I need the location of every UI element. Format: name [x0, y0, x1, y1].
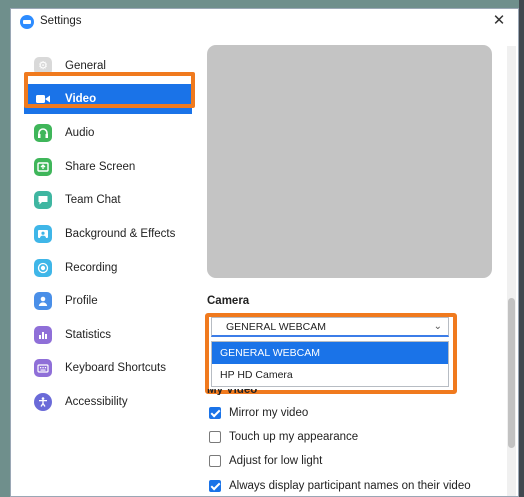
settings-window: Settings ✕ ⚙ General Video Audio Share S…	[10, 8, 519, 497]
checkbox-checked[interactable]	[209, 407, 221, 419]
desktop-edge	[519, 0, 524, 497]
checkbox-touch-up[interactable]: Touch up my appearance	[209, 431, 358, 443]
sidebar-item-label: Accessibility	[65, 396, 128, 408]
checkbox-unchecked[interactable]	[209, 431, 221, 443]
sidebar-item-recording[interactable]: Recording	[24, 253, 192, 283]
close-button[interactable]: ✕	[490, 12, 508, 30]
checkbox-label: Mirror my video	[229, 407, 309, 419]
sidebar-item-profile[interactable]: Profile	[24, 286, 192, 316]
sidebar-item-label: Recording	[65, 262, 118, 274]
sidebar-item-label: Audio	[65, 127, 95, 139]
checkbox-label: Adjust for low light	[229, 455, 323, 467]
window-title: Settings	[40, 15, 82, 27]
sidebar-item-share-screen[interactable]: Share Screen	[24, 152, 192, 182]
sidebar-item-label: Statistics	[65, 329, 112, 341]
background-icon	[34, 225, 52, 243]
scrollbar[interactable]	[507, 46, 516, 496]
sidebar-item-statistics[interactable]: Statistics	[24, 320, 192, 350]
scrollbar-thumb[interactable]	[508, 298, 515, 448]
checkbox-label: Always display participant names on thei…	[229, 480, 471, 492]
zoom-app-icon	[20, 15, 34, 29]
sidebar-item-keyboard-shortcuts[interactable]: Keyboard Shortcuts	[24, 353, 192, 383]
headphones-icon	[34, 124, 52, 142]
checkbox-checked[interactable]	[209, 480, 221, 492]
chat-icon	[34, 191, 52, 209]
sidebar-item-audio[interactable]: Audio	[24, 118, 192, 148]
sidebar-item-background-effects[interactable]: Background & Effects	[24, 219, 192, 249]
video-settings-panel: Camera GENERAL WEBCAM ⌄ GENERAL WEBCAM H…	[196, 38, 518, 496]
profile-icon	[34, 292, 52, 310]
video-highlight-box	[24, 72, 195, 108]
camera-highlight-box	[205, 313, 457, 394]
checkbox-unchecked[interactable]	[209, 455, 221, 467]
accessibility-icon	[34, 393, 52, 411]
checkbox-label: Touch up my appearance	[229, 431, 359, 443]
sidebar-item-label: General	[65, 60, 106, 72]
checkbox-low-light[interactable]: Adjust for low light	[209, 455, 322, 467]
sidebar-item-label: Share Screen	[65, 161, 136, 173]
sidebar: ⚙ General Video Audio Share Screen Team …	[11, 38, 196, 496]
camera-label: Camera	[207, 295, 250, 307]
recording-icon	[34, 259, 52, 277]
sidebar-item-accessibility[interactable]: Accessibility	[24, 387, 192, 417]
sidebar-item-label: Keyboard Shortcuts	[65, 362, 167, 374]
share-screen-icon	[34, 158, 52, 176]
my-video-label: My Video	[207, 389, 258, 395]
sidebar-item-label: Background & Effects	[65, 228, 176, 240]
checkbox-display-names[interactable]: Always display participant names on thei…	[209, 480, 471, 492]
statistics-icon	[34, 326, 52, 344]
sidebar-item-label: Profile	[65, 295, 98, 307]
checkbox-mirror-video[interactable]: Mirror my video	[209, 407, 308, 419]
video-preview	[207, 45, 492, 278]
sidebar-item-label: Team Chat	[65, 194, 121, 206]
sidebar-item-team-chat[interactable]: Team Chat	[24, 185, 192, 215]
keyboard-icon	[34, 359, 52, 377]
title-bar: Settings ✕	[11, 9, 518, 36]
